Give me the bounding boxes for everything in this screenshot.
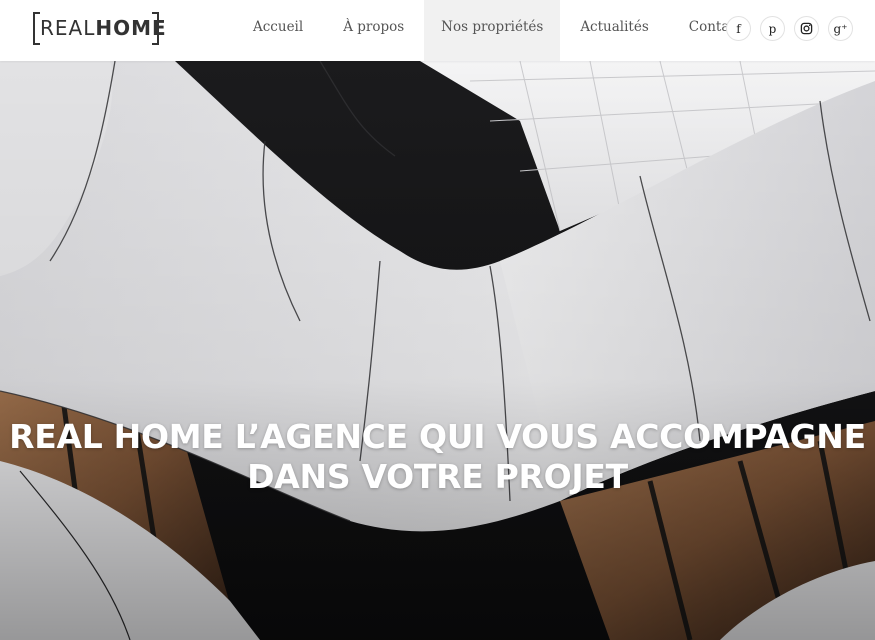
nav-item-actualites[interactable]: Actualités — [560, 0, 668, 61]
logo-text: REALHOME — [40, 18, 167, 38]
hero-title-line2: DANS VOTRE PROJET — [247, 457, 628, 496]
hero-title-line1: REAL HOME L’AGENCE QUI VOUS ACCOMPAGNE — [9, 417, 866, 456]
nav-item-nos-proprietes[interactable]: Nos propriétés — [424, 0, 561, 61]
hero-banner: REAL HOME L’AGENCE QUI VOUS ACCOMPAGNE D… — [0, 61, 875, 640]
pinterest-icon[interactable]: p — [760, 16, 785, 41]
logo-text-thin: REAL — [40, 16, 96, 40]
main-nav: Accueil À propos Nos propriétés Actualit… — [233, 0, 762, 61]
nav-item-accueil[interactable]: Accueil — [233, 0, 323, 61]
logo-bracket-left — [33, 12, 40, 45]
hero-architecture-image — [0, 61, 875, 640]
hero-title: REAL HOME L’AGENCE QUI VOUS ACCOMPAGNE D… — [0, 417, 875, 497]
brand-logo[interactable]: REALHOME — [33, 12, 166, 45]
google-plus-icon[interactable]: g⁺ — [828, 16, 853, 41]
logo-bracket-right — [152, 12, 159, 45]
site-header: REALHOME Accueil À propos Nos propriétés… — [0, 0, 875, 61]
facebook-icon[interactable]: f — [726, 16, 751, 41]
social-links: f p g⁺ — [726, 16, 853, 41]
instagram-icon[interactable] — [794, 16, 819, 41]
nav-item-a-propos[interactable]: À propos — [323, 0, 424, 61]
